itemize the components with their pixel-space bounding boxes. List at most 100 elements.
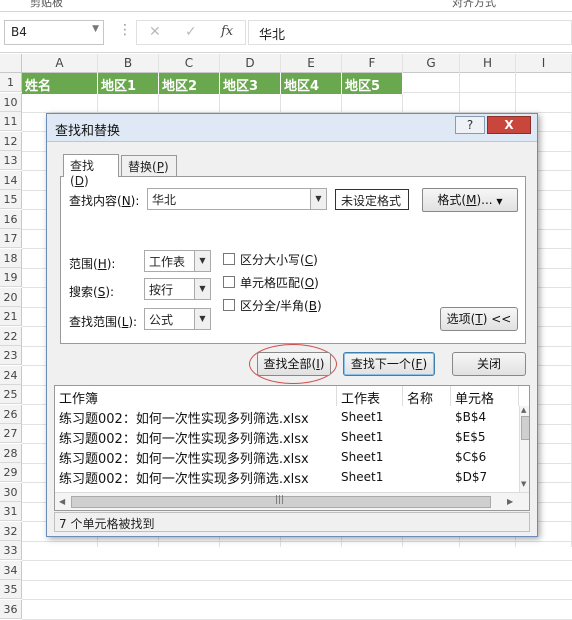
scroll-left-icon[interactable]: ◀ bbox=[59, 497, 65, 506]
row-header[interactable]: 16 bbox=[0, 209, 22, 229]
formula-icons: ✕ ✓ fx bbox=[136, 20, 246, 45]
close-icon[interactable]: X bbox=[487, 116, 531, 134]
horizontal-scrollbar[interactable]: ◀ ||| ▶ bbox=[55, 492, 529, 510]
column-header[interactable]: G bbox=[403, 54, 460, 73]
search-select[interactable]: 按行 ▼ bbox=[144, 278, 211, 300]
result-cell[interactable]: $E$5 bbox=[455, 430, 486, 444]
within-select[interactable]: 工作表 ▼ bbox=[144, 250, 211, 272]
row-header[interactable]: 36 bbox=[0, 599, 22, 619]
row-header[interactable]: 26 bbox=[0, 404, 22, 424]
result-book[interactable]: 练习题002：如何一次性实现多列筛选.xlsx bbox=[59, 428, 309, 447]
find-next-button[interactable]: 查找下一个(F) bbox=[343, 352, 435, 376]
name-box-value: B4 bbox=[11, 25, 27, 39]
grid-line bbox=[22, 618, 572, 620]
row-header[interactable]: 20 bbox=[0, 287, 22, 307]
row-header[interactable]: 34 bbox=[0, 560, 22, 580]
row-header[interactable]: 14 bbox=[0, 170, 22, 190]
row-header[interactable]: 33 bbox=[0, 541, 22, 560]
name-box[interactable]: B4 ▼ bbox=[4, 20, 104, 45]
header-cell[interactable]: 地区5 bbox=[342, 73, 403, 94]
results-header-sheet[interactable]: 工作表 bbox=[337, 386, 403, 407]
function-icon[interactable]: fx bbox=[221, 24, 233, 39]
result-cell[interactable]: $C$6 bbox=[455, 450, 486, 464]
row-header[interactable]: 31 bbox=[0, 502, 22, 521]
chevron-down-icon[interactable]: ▼ bbox=[194, 279, 210, 299]
column-header[interactable]: D bbox=[220, 54, 281, 73]
scroll-right-icon[interactable]: ▶ bbox=[507, 497, 513, 506]
result-sheet[interactable]: Sheet1 bbox=[341, 430, 383, 444]
row-header[interactable]: 1 bbox=[0, 73, 22, 92]
row-header[interactable]: 23 bbox=[0, 346, 22, 365]
chevron-down-icon[interactable]: ▼ bbox=[194, 251, 210, 271]
row-header[interactable]: 15 bbox=[0, 190, 22, 209]
result-cell[interactable]: $B$4 bbox=[455, 410, 486, 424]
match-width-checkbox[interactable] bbox=[223, 299, 235, 311]
column-header[interactable]: F bbox=[342, 54, 403, 73]
result-book[interactable]: 练习题002：如何一次性实现多列筛选.xlsx bbox=[59, 408, 309, 427]
help-button[interactable]: ? bbox=[455, 116, 485, 134]
row-header[interactable]: 17 bbox=[0, 229, 22, 248]
result-book[interactable]: 练习题002：如何一次性实现多列筛选.xlsx bbox=[59, 448, 309, 467]
look-in-select[interactable]: 公式 ▼ bbox=[144, 308, 211, 330]
column-header[interactable]: H bbox=[460, 54, 516, 73]
options-button[interactable]: 选项(T) << bbox=[440, 307, 518, 331]
column-header[interactable]: E bbox=[281, 54, 342, 73]
grid-line bbox=[22, 579, 572, 581]
result-cell[interactable]: $D$7 bbox=[455, 470, 487, 484]
scroll-up-icon[interactable]: ▲ bbox=[521, 406, 526, 414]
row-header[interactable]: 29 bbox=[0, 463, 22, 482]
column-header[interactable]: C bbox=[159, 54, 220, 73]
result-book[interactable]: 练习题002：如何一次性实现多列筛选.xlsx bbox=[59, 468, 309, 487]
grid-line bbox=[22, 599, 572, 600]
formula-bar-separator-icon[interactable]: ⋮ bbox=[118, 22, 132, 38]
row-header[interactable]: 28 bbox=[0, 443, 22, 463]
chevron-down-icon[interactable]: ▼ bbox=[310, 189, 326, 209]
column-header[interactable]: I bbox=[516, 54, 572, 73]
find-what-input[interactable]: 华北 ▼ bbox=[147, 188, 327, 210]
column-header[interactable]: B bbox=[98, 54, 159, 73]
results-header-cell[interactable]: 单元格 bbox=[451, 386, 519, 407]
close-button[interactable]: 关闭 bbox=[452, 352, 526, 376]
header-cell[interactable]: 地区3 bbox=[220, 73, 281, 94]
header-cell[interactable]: 姓名 bbox=[22, 73, 98, 94]
check-icon[interactable]: ✓ bbox=[185, 24, 197, 40]
tab-find[interactable]: 查找(D) bbox=[63, 154, 119, 188]
select-all-corner[interactable] bbox=[0, 54, 22, 73]
row-header[interactable]: 30 bbox=[0, 482, 22, 502]
result-sheet[interactable]: Sheet1 bbox=[341, 470, 383, 484]
results-list[interactable]: 工作簿 工作表 名称 单元格 练习题002：如何一次性实现多列筛选.xlsx Sh… bbox=[54, 385, 530, 511]
row-header[interactable]: 25 bbox=[0, 385, 22, 404]
scroll-thumb[interactable] bbox=[521, 416, 529, 440]
results-header-name[interactable]: 名称 bbox=[403, 386, 451, 407]
tab-replace[interactable]: 替换(P) bbox=[121, 155, 177, 177]
result-sheet[interactable]: Sheet1 bbox=[341, 450, 383, 464]
row-header[interactable]: 21 bbox=[0, 307, 22, 326]
header-cell[interactable]: 地区1 bbox=[98, 73, 159, 94]
row-header[interactable]: 13 bbox=[0, 151, 22, 170]
results-header-book[interactable]: 工作簿 bbox=[55, 386, 337, 407]
row-header[interactable]: 27 bbox=[0, 424, 22, 443]
chevron-down-icon[interactable]: ▼ bbox=[92, 24, 99, 34]
row-header[interactable]: 35 bbox=[0, 580, 22, 599]
header-cell[interactable]: 地区4 bbox=[281, 73, 342, 94]
scroll-down-icon[interactable]: ▼ bbox=[521, 480, 526, 488]
formula-input[interactable]: 华北 bbox=[248, 20, 572, 45]
row-header[interactable]: 11 bbox=[0, 112, 22, 131]
header-cell[interactable]: 地区2 bbox=[159, 73, 220, 94]
row-header[interactable]: 24 bbox=[0, 365, 22, 385]
find-all-button[interactable]: 查找全部(I) bbox=[257, 352, 331, 376]
format-button[interactable]: 格式(M)... ▼ bbox=[422, 188, 518, 212]
row-header[interactable]: 32 bbox=[0, 521, 22, 541]
row-header[interactable]: 22 bbox=[0, 326, 22, 346]
chevron-down-icon[interactable]: ▼ bbox=[194, 309, 210, 329]
column-header[interactable]: A bbox=[22, 54, 98, 73]
cancel-icon[interactable]: ✕ bbox=[149, 24, 161, 40]
result-sheet[interactable]: Sheet1 bbox=[341, 410, 383, 424]
vertical-scrollbar[interactable]: ▲ ▼ bbox=[519, 406, 529, 492]
row-header[interactable]: 18 bbox=[0, 248, 22, 268]
match-cell-checkbox[interactable] bbox=[223, 276, 235, 288]
row-header[interactable]: 12 bbox=[0, 131, 22, 151]
match-case-checkbox[interactable] bbox=[223, 253, 235, 265]
row-header[interactable]: 10 bbox=[0, 92, 22, 112]
row-header[interactable]: 19 bbox=[0, 268, 22, 287]
